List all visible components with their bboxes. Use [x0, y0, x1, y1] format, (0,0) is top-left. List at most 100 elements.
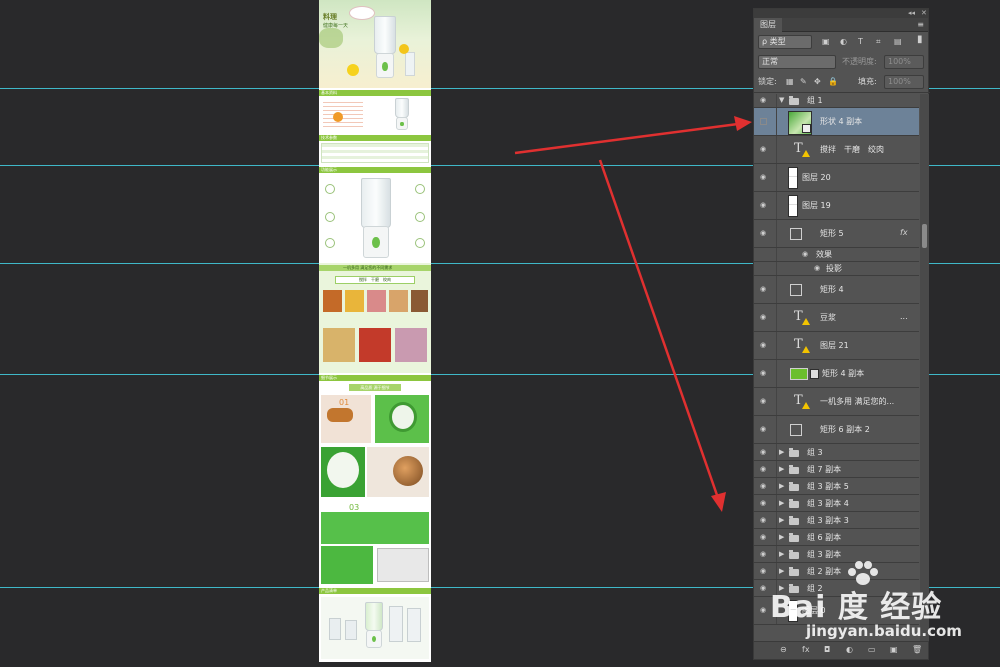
eye-icon[interactable]: ◉ [814, 264, 820, 272]
lock-position-icon[interactable]: ✥ [814, 75, 821, 89]
row-divider [776, 461, 777, 477]
eye-icon[interactable]: ◉ [760, 341, 766, 349]
collapse-panel-button[interactable]: ◂◂ [908, 9, 915, 18]
eye-icon[interactable]: ◉ [760, 397, 766, 405]
layer-row[interactable]: ◉ 投影 [754, 262, 919, 276]
eye-icon[interactable]: ◉ [760, 550, 766, 558]
expand-arrow-open-icon[interactable]: ▼ [779, 96, 784, 104]
layer-row[interactable]: 形状 4 副本 [754, 108, 919, 136]
layer-row[interactable]: ◉ T 一机多用 满足您的... [754, 388, 919, 416]
lock-image-icon[interactable]: ✎ [800, 75, 807, 89]
filter-adjustment-icon[interactable]: ◐ [840, 35, 847, 49]
eye-icon[interactable]: ◉ [760, 425, 766, 433]
eye-icon[interactable]: ◉ [760, 465, 766, 473]
eye-icon[interactable]: ◉ [760, 229, 766, 237]
expand-arrow-icon[interactable]: ▶ [779, 448, 784, 456]
filter-kind-select[interactable]: ρ 类型 [758, 35, 812, 49]
eye-icon[interactable]: ◉ [802, 250, 808, 258]
food-tile [323, 290, 342, 312]
eye-icon[interactable]: ◉ [760, 285, 766, 293]
blend-mode-select[interactable]: 正常 [758, 55, 836, 69]
eye-icon[interactable]: ◉ [760, 201, 766, 209]
eye-icon[interactable]: ◉ [760, 533, 766, 541]
expand-arrow-icon[interactable]: ▶ [779, 550, 784, 558]
close-panel-button[interactable]: ✕ [921, 9, 927, 18]
eye-icon[interactable]: ◉ [760, 145, 766, 153]
eye-icon[interactable]: ◉ [760, 499, 766, 507]
lock-all-icon[interactable]: 🔒 [828, 75, 838, 89]
layer-name: 一机多用 满足您的... [820, 397, 895, 406]
canvas-document[interactable]: 料理 健康每一天 基本资料 技术参数 功能展示 一机多用 满足您的不同需求 搅拌… [319, 0, 431, 662]
scrollbar-thumb[interactable] [922, 224, 927, 248]
layer-row[interactable]: ◉ ▶ 组 3 副本 4 [754, 495, 919, 512]
row-divider [776, 495, 777, 511]
filter-type-icon[interactable]: T [858, 35, 863, 49]
layer-row[interactable]: ◉ ▼ 组 1 [754, 94, 919, 108]
expand-arrow-icon[interactable]: ▶ [779, 533, 784, 541]
detail-kettle [393, 456, 423, 486]
layer-row[interactable]: ◉ ▶ 组 3 副本 3 [754, 512, 919, 529]
eye-icon[interactable]: ◉ [760, 96, 766, 104]
filter-pixel-icon[interactable]: ▣ [822, 35, 830, 49]
layer-row[interactable]: ◉ T 豆浆... [754, 304, 919, 332]
photoshop-workspace[interactable]: 料理 健康每一天 基本资料 技术参数 功能展示 一机多用 满足您的不同需求 搅拌… [0, 0, 1000, 667]
layer-row[interactable]: ◉ ▶ 组 3 副本 5 [754, 478, 919, 495]
layers-list[interactable]: ◉ ▼ 组 1 形状 4 副本 ◉ T 搅拌 干磨 绞肉 ◉ 图层 20 ◉ 图层 19 ◉ 矩形 5f… [754, 94, 919, 641]
fx-icon[interactable]: fx [900, 228, 908, 237]
expand-arrow-icon[interactable]: ▶ [779, 516, 784, 524]
hero-cup [405, 52, 415, 76]
layer-name: 形状 4 副本 [820, 117, 863, 126]
eye-icon[interactable]: ◉ [760, 369, 766, 377]
layer-row[interactable]: ◉ ▶ 组 7 副本 [754, 461, 919, 478]
eye-icon[interactable]: ◉ [760, 516, 766, 524]
watermark-brand: Bai 度 经验 [770, 590, 943, 625]
filter-smart-object-icon[interactable]: ▤ [894, 35, 902, 49]
layer-row[interactable]: ◉ T 图层 21 [754, 332, 919, 360]
eye-icon[interactable]: ◉ [760, 448, 766, 456]
row-divider [776, 108, 777, 135]
product-jar [389, 606, 403, 642]
row-divider [776, 529, 777, 545]
eye-icon[interactable]: ◉ [760, 313, 766, 321]
panel-titlebar[interactable]: ◂◂ ✕ [754, 9, 928, 18]
layer-row[interactable]: ◉ 矩形 5 fx [754, 220, 919, 248]
layer-row[interactable]: ◉ 效果 [754, 248, 919, 262]
warning-icon [802, 402, 810, 409]
hero-blender-image [374, 16, 396, 78]
layer-row[interactable]: ◉ ▶ 组 6 副本 [754, 529, 919, 546]
layer-row[interactable]: ◉ ▶ 组 3 [754, 444, 919, 461]
expand-arrow-icon[interactable]: ▶ [779, 465, 784, 473]
arrow-to-layer-list [598, 159, 720, 499]
folder-icon [789, 550, 799, 559]
eye-icon[interactable]: ◉ [760, 482, 766, 490]
layer-row[interactable]: ◉ 图层 19 [754, 192, 919, 220]
drink-tile [323, 328, 355, 362]
layer-row[interactable]: ◉ 矩形 6 副本 2 [754, 416, 919, 444]
detail-subtitle: 高品质 源于细节 [349, 384, 401, 391]
layer-name: 搅拌 干磨 绞肉 [820, 145, 884, 154]
layer-row[interactable]: ◉ 矩形 4 副本 [754, 360, 919, 388]
opacity-input[interactable]: 100% [884, 55, 924, 69]
expand-arrow-icon[interactable]: ▶ [779, 482, 784, 490]
warning-icon [802, 346, 810, 353]
folder-icon [789, 465, 799, 474]
visibility-toggle[interactable] [760, 118, 767, 125]
layer-row[interactable]: ◉ 矩形 4 [754, 276, 919, 304]
tab-layers[interactable]: 图层 [754, 18, 782, 32]
layers-scrollbar[interactable] [920, 94, 929, 641]
filter-toggle-icon[interactable]: ▮ [917, 33, 923, 47]
panel-menu-icon[interactable]: ≡ [917, 20, 924, 30]
folder-icon [789, 499, 799, 508]
filter-shape-icon[interactable]: ⌗ [876, 35, 881, 49]
lock-transparency-icon[interactable]: ▦ [786, 75, 794, 89]
section-band: 细节展示 [319, 375, 431, 381]
layer-thumbnail [788, 167, 798, 189]
info-text-block [323, 102, 363, 128]
eye-icon[interactable]: ◉ [760, 173, 766, 181]
layer-row[interactable]: ◉ 图层 20 [754, 164, 919, 192]
warning-icon [802, 318, 810, 325]
fill-label: 填充: [858, 77, 877, 86]
expand-arrow-icon[interactable]: ▶ [779, 499, 784, 507]
fill-input[interactable]: 100% [884, 75, 924, 89]
layer-row[interactable]: ◉ T 搅拌 干磨 绞肉 [754, 136, 919, 164]
